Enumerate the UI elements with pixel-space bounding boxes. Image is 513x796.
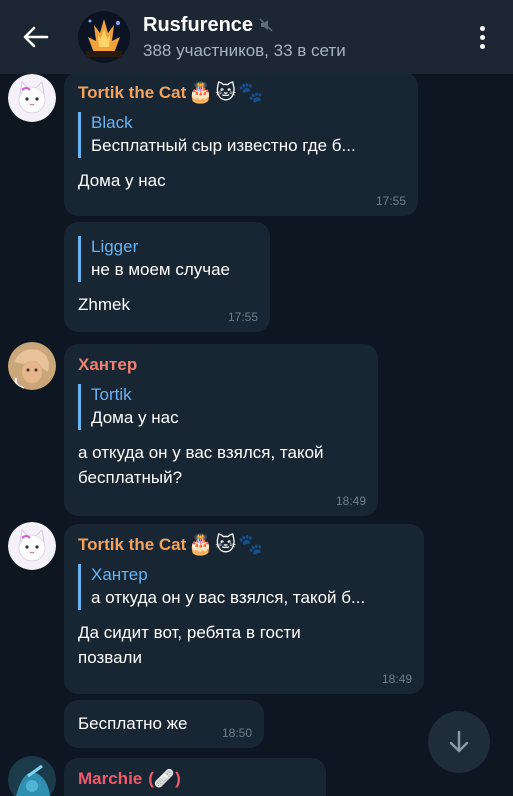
muted-icon	[259, 18, 273, 32]
message-bubble[interactable]: Tortik the Cat 🎂 🐱 🐾 Хантер а откуда он …	[64, 524, 424, 694]
chat-subtitle: 388 участников, 33 в сети	[143, 40, 346, 60]
avatar-tortik[interactable]	[8, 522, 56, 570]
back-arrow-icon	[23, 26, 49, 48]
message-text: Да сидит вот, ребята в гости позвали	[78, 623, 301, 667]
cake-emoji: 🎂	[188, 82, 214, 104]
paw-emoji: 🐾	[238, 82, 263, 104]
chat-title-block[interactable]: Rusfurence 388 участников, 33 в сети	[143, 14, 467, 61]
reply-quote[interactable]: Ligger не в моем случае	[78, 236, 256, 282]
scroll-to-bottom-button[interactable]	[428, 711, 490, 773]
back-button[interactable]	[14, 15, 58, 59]
cat-emoji: 🐱	[215, 82, 237, 104]
message-text: а откуда он у вас взялся, такой бесплатн…	[78, 443, 324, 487]
message-feed[interactable]: Tortik the Cat 🎂 🐱 🐾 Black Бесплатный сы…	[0, 74, 513, 796]
message-time: 18:49	[381, 672, 412, 686]
message-time: 17:55	[227, 310, 258, 324]
chat-header: Rusfurence 388 участников, 33 в сети	[0, 0, 513, 74]
chevron-down-icon	[449, 730, 469, 753]
chat-avatar[interactable]	[78, 11, 130, 63]
message-bubble[interactable]: Ligger не в моем случае Zhmek 17:55	[64, 222, 270, 332]
sender-name: Tortik the Cat 🎂 🐱 🐾	[78, 534, 263, 556]
avatar-marchie[interactable]	[8, 756, 56, 796]
chat-title: Rusfurence	[143, 13, 254, 36]
message-time: 18:50	[221, 726, 252, 740]
message-time: 18:49	[335, 494, 366, 508]
reply-quote[interactable]: Black Бесплатный сыр известно где б...	[78, 112, 404, 158]
cat-emoji: 🐱	[215, 534, 237, 556]
reply-quote[interactable]: Хантер а откуда он у вас взялся, такой б…	[78, 564, 410, 610]
avatar-tortik[interactable]	[8, 74, 56, 122]
cake-emoji: 🎂	[188, 534, 214, 556]
more-vert-icon[interactable]	[467, 15, 497, 59]
message-bubble[interactable]: Хантер Tortik Дома у нас а откуда он у в…	[64, 344, 378, 516]
sender-name: Хантер	[78, 355, 138, 374]
paw-emoji: 🐾	[238, 534, 263, 556]
sender-name: Tortik the Cat 🎂 🐱 🐾	[78, 82, 263, 104]
reply-quote[interactable]: Tortik Дома у нас	[78, 384, 364, 430]
message-bubble[interactable]: Marchie (🩹)	[64, 758, 326, 796]
message-time: 17:55	[375, 194, 406, 208]
message-bubble[interactable]: Бесплатно же 18:50	[64, 700, 264, 748]
message-text: Дома у нас	[78, 171, 166, 190]
message-bubble[interactable]: Tortik the Cat 🎂 🐱 🐾 Black Бесплатный сы…	[64, 74, 418, 216]
sender-name: Marchie (🩹)	[78, 769, 181, 788]
avatar-hunter[interactable]	[8, 342, 56, 390]
